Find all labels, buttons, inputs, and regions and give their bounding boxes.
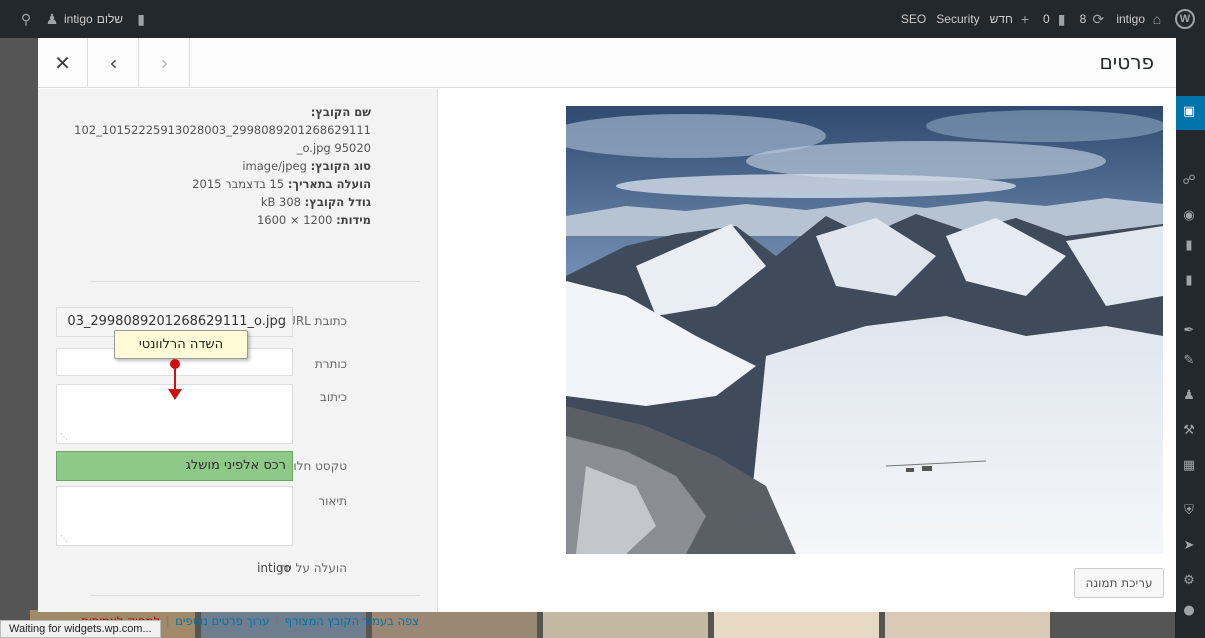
file-size-row: גודל הקובץ: kB 308 [71,193,371,211]
media-thumbnail [543,610,708,638]
admin-bar-right: SEO Security חדש + 0 ▮ 8 ⟳ intigo ⌂ W [901,0,1195,38]
uploaded-value: 15 בדצמבר 2015 [192,177,285,191]
notification-icon[interactable]: ▮ [133,11,149,27]
edit-more-details-link[interactable]: ערוך פרטים נוספים [175,614,269,628]
account-user-name: intigo [64,12,93,26]
refresh-icon: ⟳ [1092,11,1105,27]
attachment-preview-panel: עריכת תמונה [439,89,1176,612]
edit-image-button[interactable]: עריכת תמונה [1074,568,1164,598]
file-type-row: סוג הקובץ: image/jpeg [71,157,371,175]
my-account[interactable]: ♟ intigo שלום [44,11,123,27]
shield-icon[interactable]: ⛨ [1181,503,1197,519]
account-greeting: שלום [96,12,124,26]
plus-icon: + [1020,11,1030,27]
chevron-right-icon: › [160,51,169,75]
site-name-menu[interactable]: intigo ⌂ [1116,11,1165,27]
gear-icon[interactable]: ⚙ [1181,573,1197,589]
users-icon[interactable]: ♟ [1181,388,1197,404]
file-name-row: שם הקובץ: [71,103,371,121]
close-icon: ✕ [54,51,71,75]
search-icon[interactable]: ⚲ [18,11,34,27]
dimensions-row: מידות: 1200 × 1600 [71,211,371,229]
file-name-value: 2998089201268629111_10152225913028003_10… [74,123,371,155]
separator: | [275,614,279,628]
comments-icon[interactable]: ▮ [1181,273,1197,289]
file-type-value: image/jpeg [242,159,307,173]
file-type-label: סוג הקובץ: [310,159,371,173]
attachment-info-panel: שם הקובץ: 2998089201268629111_1015222591… [38,89,438,628]
separator: | [165,614,170,628]
screen: ⚲ ♟ intigo שלום ▮ SEO Security חדש + 0 ▮… [0,0,1205,638]
uploaded-row: הועלה בתאריך: 15 בדצמבר 2015 [71,175,371,193]
comment-icon: ▮ [1057,11,1066,27]
dimensions-value: 1200 × 1600 [256,213,333,227]
settings-icon[interactable]: ▦ [1181,458,1197,474]
url-label: כתובת URL [287,314,347,328]
alt-text-field[interactable]: רכס אלפיני מושלג [56,451,293,481]
media-icon: ▣ [1182,104,1196,119]
file-name-label: שם הקובץ: [310,105,371,119]
site-name: intigo [1116,12,1145,26]
dimensions-label: מידות: [336,213,371,227]
admin-sidebar: ▣ ☍ ◉ ▮ ▮ ✒ ✎ ♟ ⚒ ▦ ⛨ ➤ ⚙ ● [1175,38,1205,638]
appearance-icon[interactable]: ✒ [1181,323,1197,339]
admin-bar: ⚲ ♟ intigo שלום ▮ SEO Security חדש + 0 ▮… [0,0,1205,38]
comments-count: 0 [1042,12,1050,26]
collapse-icon[interactable]: ● [1181,603,1197,619]
annotation-arrow-icon [168,389,182,400]
new-content-menu[interactable]: חדש + [990,11,1033,27]
chevron-left-icon: ‹ [109,51,118,75]
comments-menu[interactable]: 0 ▮ [1043,11,1070,27]
modal-title: פרטים [1099,50,1155,74]
modal-header: ✕ ‹ › פרטים [38,38,1176,88]
file-size-value: kB 308 [260,195,301,209]
annotation-tooltip: השדה הרלוונטי [114,330,248,359]
mountain-photo [566,106,1163,554]
home-icon: ⌂ [1152,11,1162,27]
divider [90,595,420,596]
title-label: כותרת [314,357,347,371]
pages-icon[interactable]: ◉ [1181,208,1197,224]
resize-grip-icon[interactable]: ⋰ [60,432,68,441]
security-menu[interactable]: Security [936,12,979,26]
close-button[interactable]: ✕ [38,38,88,88]
description-label: תיאור [318,494,347,508]
page-icon[interactable]: ▮ [1181,238,1197,254]
wordpress-logo-icon[interactable]: W [1175,9,1195,29]
link-icon[interactable]: ☍ [1181,173,1197,189]
previous-button[interactable]: ‹ [89,38,139,88]
tools-icon[interactable]: ⚒ [1181,423,1197,439]
view-attachment-link[interactable]: צפה בעמוד הקובץ המצורף [285,614,419,628]
updates-count: 8 [1079,12,1087,26]
browser-status-bar: Waiting for widgets.wp.com... [0,620,161,638]
updates-menu[interactable]: 8 ⟳ [1080,11,1107,27]
media-thumbnail [714,610,879,638]
new-content-label: חדש [989,12,1013,26]
resize-grip-icon[interactable]: ⋰ [60,534,68,543]
media-thumbnail [885,610,1050,638]
admin-bar-left: ⚲ ♟ intigo שלום ▮ [18,0,149,38]
seo-menu[interactable]: SEO [901,12,926,26]
next-button[interactable]: › [140,38,190,88]
file-size-label: גודל הקובץ: [304,195,371,209]
pin-icon[interactable]: ➤ [1181,538,1197,554]
uploaded-by-value: intigo [257,561,291,575]
divider [90,281,420,282]
attachment-image [566,106,1163,554]
file-info: שם הקובץ: 2998089201268629111_1015222591… [71,103,371,229]
caption-label: כיתוב [319,390,347,404]
uploaded-label: הועלה בתאריך: [287,177,371,191]
attachment-details-modal: ✕ ‹ › פרטים שם הקובץ: 299808920126862911… [38,38,1176,628]
description-field[interactable]: ⋰ [56,486,293,546]
user-icon: ♟ [45,11,59,27]
plugins-icon[interactable]: ✎ [1181,353,1197,369]
